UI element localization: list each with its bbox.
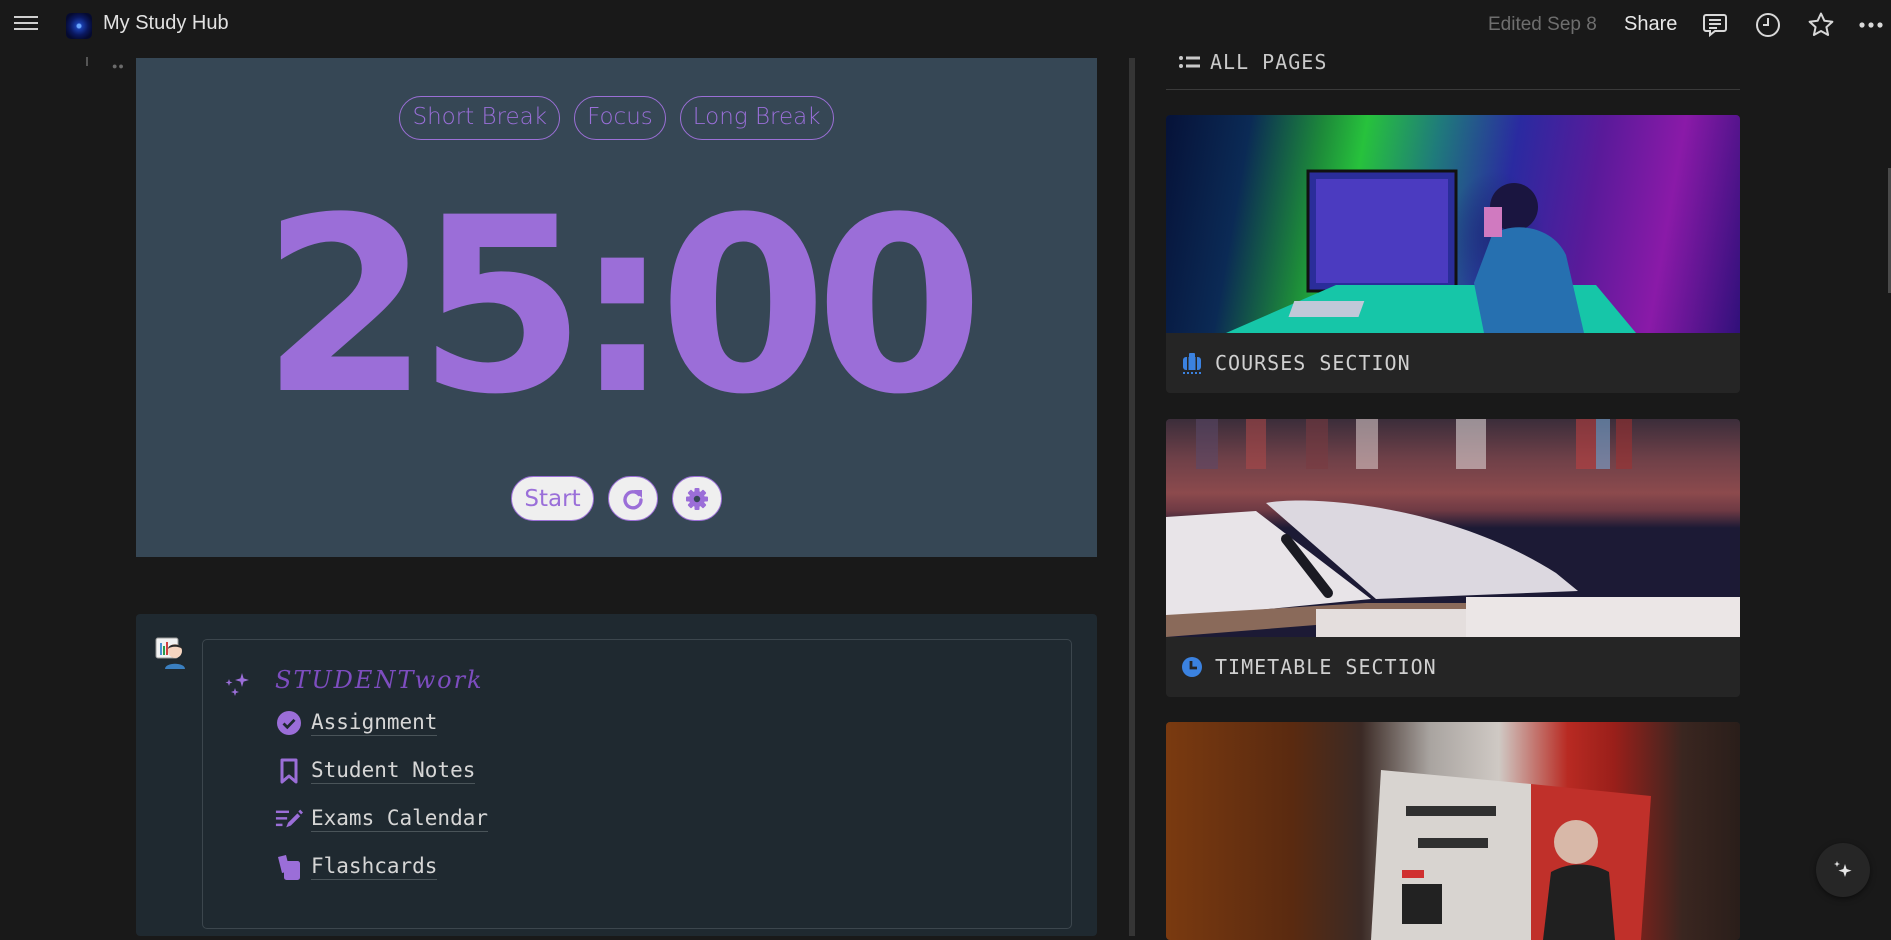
all-pages-heading: ALL PAGES	[1178, 50, 1327, 74]
student-avatar-icon	[155, 637, 187, 669]
coder-illustration-image	[1166, 115, 1740, 333]
sparkle-icon	[223, 670, 253, 700]
student-work-callout: STUDENTwork Assignment Student Notes Exa…	[136, 614, 1097, 936]
settings-button[interactable]	[671, 476, 722, 521]
magazine-reader-image	[1166, 722, 1740, 940]
cards-icon	[275, 853, 303, 881]
open-book-image	[1166, 419, 1740, 637]
link-flashcards[interactable]: Flashcards	[275, 850, 438, 884]
mode-focus[interactable]: Focus	[574, 96, 666, 140]
timer-display: 25:00	[261, 166, 983, 448]
column-divider[interactable]	[1129, 58, 1135, 936]
list-icon	[1179, 56, 1200, 68]
link-label[interactable]: Exams Calendar	[311, 806, 489, 832]
link-student-notes[interactable]: Student Notes	[275, 754, 476, 788]
card-title: TIMETABLE SECTION	[1215, 655, 1437, 679]
page-title[interactable]: My Study Hub	[103, 12, 229, 35]
pomodoro-timer: Short Break Focus Long Break 25:00 Start	[136, 58, 1097, 557]
reset-button[interactable]	[607, 476, 658, 521]
start-button[interactable]: Start	[511, 476, 594, 521]
timer-controls: Start	[136, 476, 1097, 521]
gear-icon	[685, 487, 708, 510]
page-card-courses[interactable]: COURSES SECTION	[1166, 115, 1740, 393]
briefcase-icon	[1181, 352, 1203, 374]
bookmark-icon	[275, 757, 303, 785]
menu-icon[interactable]	[14, 14, 40, 36]
favorite-star-icon[interactable]	[1807, 11, 1835, 39]
drag-handle-icon[interactable]: ●●	[112, 61, 125, 71]
clock-icon	[1181, 656, 1203, 678]
link-label[interactable]: Assignment	[311, 710, 438, 736]
mode-short-break[interactable]: Short Break	[399, 96, 561, 140]
heading-divider	[1166, 89, 1740, 90]
link-exams-calendar[interactable]: Exams Calendar	[275, 802, 489, 836]
top-bar: My Study Hub Edited Sep 8 Share	[0, 0, 1891, 50]
sparkle-icon	[1834, 861, 1852, 877]
comments-icon[interactable]	[1701, 11, 1729, 39]
link-label[interactable]: Flashcards	[311, 854, 438, 880]
card-title: COURSES SECTION	[1215, 351, 1411, 375]
history-clock-icon[interactable]	[1754, 11, 1782, 39]
link-label[interactable]: Student Notes	[311, 758, 476, 784]
more-icon[interactable]	[1858, 11, 1886, 39]
student-work-title: STUDENTwork	[275, 666, 484, 694]
reset-icon	[622, 489, 643, 509]
student-work-panel: STUDENTwork Assignment Student Notes Exa…	[202, 639, 1072, 929]
check-circle-icon	[275, 709, 303, 737]
ai-assistant-button[interactable]	[1816, 843, 1870, 897]
workspace-icon	[66, 13, 92, 39]
share-button[interactable]: Share	[1624, 13, 1677, 36]
edit-list-icon	[275, 805, 303, 833]
page-card-timetable[interactable]: TIMETABLE SECTION	[1166, 419, 1740, 697]
mode-long-break[interactable]: Long Break	[679, 96, 834, 140]
page-card-third[interactable]	[1166, 722, 1740, 940]
all-pages-title: ALL PAGES	[1210, 50, 1328, 74]
mode-selector: Short Break Focus Long Break	[136, 96, 1097, 140]
gutter-marker	[86, 57, 88, 66]
link-assignment[interactable]: Assignment	[275, 706, 438, 740]
edited-timestamp: Edited Sep 8	[1488, 14, 1597, 35]
